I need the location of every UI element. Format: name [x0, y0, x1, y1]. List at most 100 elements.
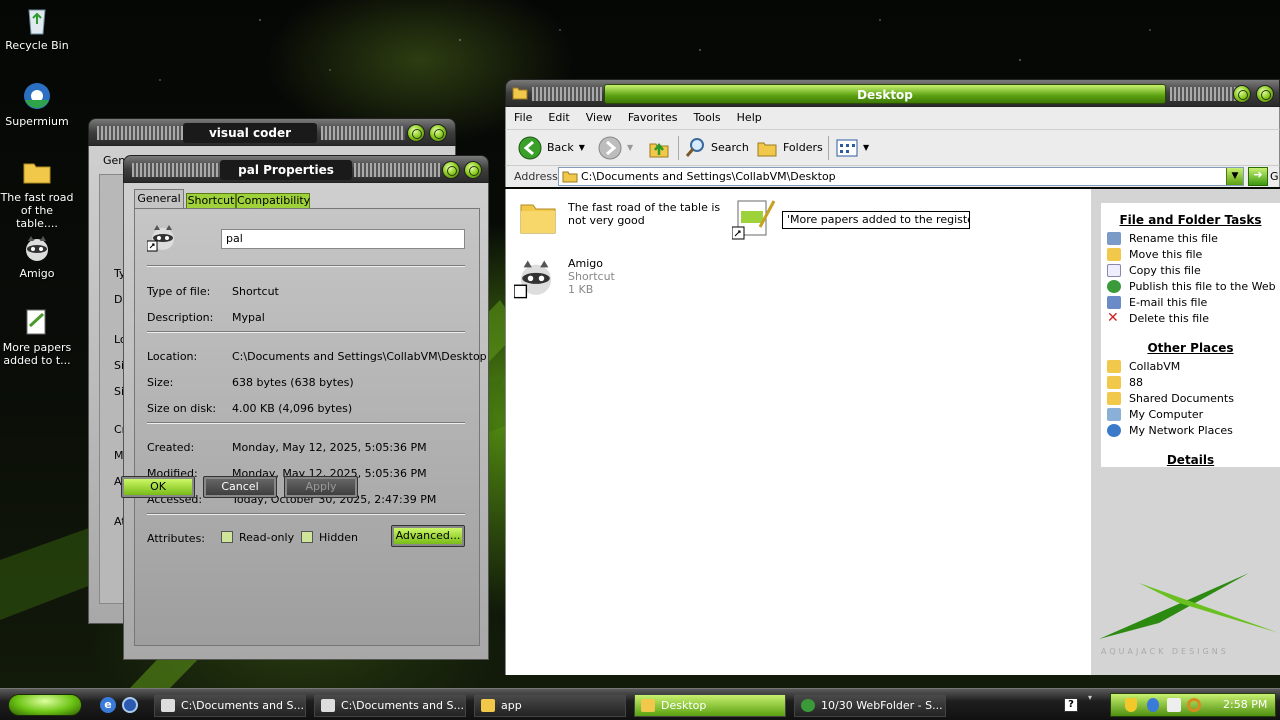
rename-field[interactable]: 'More papers added to the register [782, 211, 970, 229]
maximize-button[interactable] [1256, 85, 1274, 103]
created-label: Created: [147, 441, 195, 454]
separator [147, 331, 465, 333]
details-title[interactable]: Details [1101, 453, 1280, 467]
tab-compatibility[interactable]: Compatibility [236, 193, 310, 209]
hidden-checkbox[interactable]: Hidden [301, 531, 358, 544]
amigo-type: Shortcut [568, 270, 615, 283]
title-bar[interactable]: visual coder Properties [88, 118, 456, 160]
readonly-checkbox[interactable]: Read-only [221, 531, 294, 544]
close-button[interactable] [464, 161, 482, 179]
menu-tools[interactable]: Tools [686, 107, 729, 124]
browser-quicklaunch-icon[interactable] [122, 697, 138, 713]
task-pane: File and Folder Tasks Rename this file M… [1091, 189, 1280, 675]
forward-dropdown-icon[interactable]: ▼ [627, 136, 633, 160]
desktop-icon-document[interactable]: More papers added to t... [0, 306, 74, 367]
amigo-shortcut-item[interactable]: Amigo Shortcut 1 KB [514, 255, 714, 301]
taskbar-item[interactable]: C:\Documents and S... [314, 694, 466, 717]
help-button[interactable] [442, 161, 460, 179]
taskbar-item[interactable]: C:\Documents and S... [154, 694, 306, 717]
publish-task-link[interactable]: Publish this file to the Web [1101, 279, 1280, 295]
folders-button[interactable]: Folders [756, 136, 823, 160]
menu-file[interactable]: File [506, 107, 540, 124]
menu-favorites[interactable]: Favorites [620, 107, 686, 124]
email-task-link[interactable]: E-mail this file [1101, 295, 1280, 311]
help-tray-icon[interactable]: ? [1064, 698, 1078, 712]
menu-view[interactable]: View [578, 107, 620, 124]
views-button[interactable]: ▼ [836, 136, 869, 160]
folder-icon [1107, 376, 1121, 389]
place-network-link[interactable]: My Network Places [1101, 423, 1280, 439]
location-value: C:\Documents and Settings\CollabVM\Deskt… [232, 350, 487, 363]
desktop-icon-supermium[interactable]: Supermium [0, 80, 74, 128]
back-button[interactable]: Back ▼ [518, 136, 585, 160]
cancel-button[interactable]: Cancel [203, 476, 277, 498]
title-grip [97, 126, 183, 140]
up-folder-icon [649, 142, 669, 158]
place-88-link[interactable]: 88 [1101, 375, 1280, 391]
place-my-computer-link[interactable]: My Computer [1101, 407, 1280, 423]
taskbar-item-active[interactable]: Desktop [634, 694, 786, 717]
menu-edit[interactable]: Edit [540, 107, 577, 124]
tab-general[interactable]: General [134, 189, 184, 209]
general-tab-panel: pal Type of file: Shortcut Description: My… [134, 208, 487, 646]
amigo-name: Amigo [568, 257, 604, 270]
close-button[interactable] [429, 124, 447, 142]
desktop-icon-recycle-bin[interactable]: Recycle Bin [0, 4, 74, 52]
other-places-title[interactable]: Other Places [1101, 341, 1280, 355]
search-tray-icon[interactable] [1187, 698, 1201, 712]
apply-button[interactable]: Apply [284, 476, 358, 498]
ie-quicklaunch-icon[interactable]: e [100, 697, 116, 713]
document-icon [26, 309, 46, 335]
forward-button[interactable]: ▼ [598, 136, 633, 160]
taskbar-item-label: C:\Documents and S... [341, 699, 464, 712]
folder-item[interactable]: The fast road of the table is not very g… [516, 197, 726, 237]
volume-icon[interactable] [1167, 698, 1181, 712]
menu-help[interactable]: Help [729, 107, 770, 124]
views-icon [836, 139, 858, 157]
search-button[interactable]: Search [684, 136, 749, 160]
up-folder-button[interactable] [648, 136, 670, 160]
separator [147, 513, 465, 515]
tab-shortcut[interactable]: Shortcut [186, 193, 236, 209]
folders-icon [757, 142, 777, 157]
title-bar[interactable]: pal Properties [123, 155, 489, 183]
go-arrow-icon[interactable]: ➜ [1248, 167, 1268, 186]
address-bar: Address C:\Documents and Settings\Collab… [505, 165, 1280, 187]
task-label: Rename this file [1129, 232, 1218, 245]
title-bar[interactable]: Desktop [505, 79, 1280, 107]
help-button[interactable] [407, 124, 425, 142]
menu-bar: File Edit View Favorites Tools Help [505, 107, 1280, 129]
ok-button[interactable]: OK [121, 476, 195, 498]
place-shared-documents-link[interactable]: Shared Documents [1101, 391, 1280, 407]
move-task-link[interactable]: Move this file [1101, 247, 1280, 263]
file-folder-tasks-title[interactable]: File and Folder Tasks [1101, 213, 1280, 227]
rename-task-link[interactable]: Rename this file [1101, 231, 1280, 247]
taskbar-item-label: C:\Documents and S... [181, 699, 304, 712]
taskbar-item[interactable]: 10/30 WebFolder - S... [794, 694, 946, 717]
attributes-label: Attributes: [147, 532, 206, 545]
address-field[interactable]: C:\Documents and Settings\CollabVM\Deskt… [558, 167, 1244, 186]
back-dropdown-icon[interactable]: ▼ [579, 136, 585, 160]
watermark-text: AQUAJACK DESIGNS [1101, 647, 1229, 656]
taskbar-item[interactable]: app [474, 694, 626, 717]
desktop-icon-amigo[interactable]: Amigo [0, 232, 74, 280]
tray-chevron-icon[interactable]: ▾ [1088, 693, 1092, 702]
folder-icon [23, 163, 51, 184]
go-label[interactable]: G [1270, 170, 1279, 183]
renaming-file-item[interactable]: 'More papers added to the register [732, 197, 972, 245]
network-icon[interactable] [1147, 698, 1159, 712]
advanced-button[interactable]: Advanced... [391, 525, 465, 547]
desktop-icon-folder[interactable]: The fast road of the table.... [0, 156, 74, 230]
views-dropdown-icon[interactable]: ▼ [863, 136, 869, 160]
address-dropdown-icon[interactable]: ▼ [1226, 168, 1243, 185]
toolbar: Back ▼ ▼ Search Folders ▼ [505, 129, 1280, 165]
place-collabvm-link[interactable]: CollabVM [1101, 359, 1280, 375]
shield-icon[interactable] [1125, 698, 1137, 712]
start-button[interactable] [8, 694, 82, 716]
name-field[interactable]: pal [221, 229, 465, 249]
delete-task-link[interactable]: ✕ Delete this file [1101, 311, 1280, 327]
copy-task-link[interactable]: Copy this file [1101, 263, 1280, 279]
task-label: Move this file [1129, 248, 1203, 261]
clock[interactable]: 2:58 PM [1223, 698, 1267, 711]
minimize-button[interactable] [1233, 85, 1251, 103]
